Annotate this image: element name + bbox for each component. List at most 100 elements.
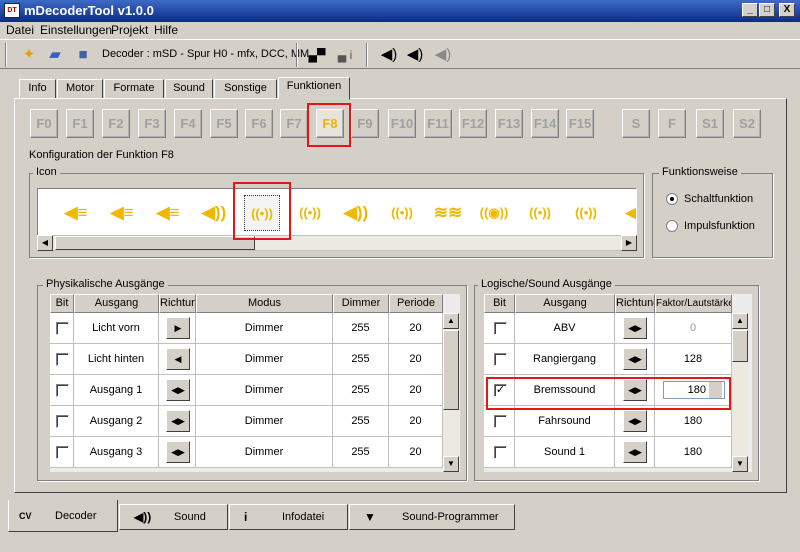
- scroll-thumb[interactable]: [732, 330, 748, 362]
- dimmer-cell[interactable]: 255: [333, 375, 389, 406]
- tab-sonstige[interactable]: Sonstige: [214, 79, 277, 99]
- bit-checkbox[interactable]: [56, 384, 69, 397]
- menu-datei[interactable]: Datei: [6, 23, 34, 37]
- function-button-f11[interactable]: F11: [424, 109, 452, 138]
- function-button-f13[interactable]: F13: [495, 109, 523, 138]
- function-button-f9[interactable]: F9: [351, 109, 379, 138]
- function-button-f10[interactable]: F10: [388, 109, 416, 138]
- tab-sound[interactable]: Sound: [165, 79, 213, 99]
- direction-button[interactable]: ◀▶: [623, 348, 647, 370]
- save-icon[interactable]: ■: [72, 44, 94, 66]
- direction-button[interactable]: ◀▶: [623, 317, 647, 339]
- mode-cell[interactable]: Dimmer: [196, 406, 333, 437]
- factor-volume-cell[interactable]: 180: [655, 437, 732, 468]
- bit-checkbox[interactable]: [494, 322, 507, 335]
- direction-button[interactable]: ▶: [166, 317, 190, 339]
- mode-cell[interactable]: Dimmer: [196, 313, 333, 344]
- scroll-up-icon[interactable]: ▲: [443, 313, 459, 329]
- bottom-tab-sound[interactable]: ◀)) Sound: [119, 504, 228, 530]
- scroll-up-icon[interactable]: ▲: [732, 313, 748, 329]
- maximize-button[interactable]: □: [759, 3, 775, 17]
- direction-button[interactable]: ◀▶: [623, 410, 647, 432]
- light-bar-icon[interactable]: ◀≡: [150, 195, 186, 231]
- direction-button[interactable]: ◀▶: [166, 379, 190, 401]
- radio-schaltfunktion[interactable]: [666, 193, 678, 205]
- dimmer-cell[interactable]: 255: [333, 406, 389, 437]
- scroll-left-icon[interactable]: ◀: [37, 235, 53, 251]
- sound-write-icon[interactable]: ◀): [404, 44, 426, 66]
- factor-volume-cell[interactable]: 0: [655, 313, 732, 344]
- speaker-icon[interactable]: ◀: [614, 195, 636, 231]
- decoder-info-icon[interactable]: ▄ i: [334, 44, 356, 66]
- mode-cell[interactable]: Dimmer: [196, 375, 333, 406]
- sound-edit-icon[interactable]: ◀): [378, 44, 400, 66]
- horn-icon[interactable]: ◀)): [196, 195, 232, 231]
- period-cell[interactable]: 20: [389, 375, 443, 406]
- dimmer-cell[interactable]: 255: [333, 344, 389, 375]
- special-button-s[interactable]: S: [622, 109, 650, 138]
- period-cell[interactable]: 20: [389, 437, 443, 468]
- scroll-right-icon[interactable]: ▶: [621, 235, 637, 251]
- scroll-down-icon[interactable]: ▼: [443, 456, 459, 472]
- bit-checkbox[interactable]: [56, 446, 69, 459]
- scroll-thumb[interactable]: [55, 236, 255, 250]
- function-button-f3[interactable]: F3: [138, 109, 166, 138]
- factor-volume-cell[interactable]: 180: [655, 406, 732, 437]
- tab-motor[interactable]: Motor: [57, 79, 103, 99]
- menu-hilfe[interactable]: Hilfe: [154, 23, 178, 37]
- tab-formate[interactable]: Formate: [104, 79, 164, 99]
- bottom-tab-sound-programmer[interactable]: ▼ Sound-Programmer: [349, 504, 515, 530]
- open-folder-icon[interactable]: ▰: [44, 44, 66, 66]
- function-button-f14[interactable]: F14: [531, 109, 559, 138]
- function-button-f4[interactable]: F4: [174, 109, 202, 138]
- function-button-f2[interactable]: F2: [102, 109, 130, 138]
- special-button-f[interactable]: F: [658, 109, 686, 138]
- function-button-f6[interactable]: F6: [245, 109, 273, 138]
- direction-button[interactable]: ◀▶: [166, 441, 190, 463]
- function-button-f7[interactable]: F7: [280, 109, 308, 138]
- bell-icon[interactable]: ((•)): [292, 195, 328, 231]
- function-button-f12[interactable]: F12: [459, 109, 487, 138]
- period-cell[interactable]: 20: [389, 406, 443, 437]
- menu-einstellungen[interactable]: Einstellungen: [40, 23, 112, 37]
- bit-checkbox[interactable]: [56, 322, 69, 335]
- scroll-thumb[interactable]: [443, 330, 459, 410]
- function-button-f0[interactable]: F0: [30, 109, 58, 138]
- close-button[interactable]: X: [779, 3, 795, 17]
- bit-checkbox[interactable]: [56, 353, 69, 366]
- special-button-s1[interactable]: S1: [696, 109, 724, 138]
- period-cell[interactable]: 20: [389, 313, 443, 344]
- bit-checkbox[interactable]: [56, 415, 69, 428]
- special-button-s2[interactable]: S2: [733, 109, 761, 138]
- whistle-icon[interactable]: ((•)): [384, 195, 420, 231]
- function-button-f15[interactable]: F15: [566, 109, 594, 138]
- direction-button[interactable]: ◀▶: [166, 410, 190, 432]
- mode-cell[interactable]: Dimmer: [196, 437, 333, 468]
- function-button-f1[interactable]: F1: [66, 109, 94, 138]
- compressor-icon[interactable]: ((•)): [522, 195, 558, 231]
- new-file-icon[interactable]: ✦: [18, 44, 40, 66]
- bit-checkbox[interactable]: [494, 446, 507, 459]
- lamp-icon[interactable]: ◀≡: [104, 195, 140, 231]
- factor-volume-cell[interactable]: 128: [655, 344, 732, 375]
- menu-projekt[interactable]: Projekt: [111, 23, 148, 37]
- tab-funktionen[interactable]: Funktionen: [278, 77, 350, 100]
- pump-icon[interactable]: ((◉)): [476, 195, 512, 231]
- fan-icon[interactable]: ≋≋: [430, 195, 466, 231]
- sanding-icon[interactable]: ((•)): [568, 195, 604, 231]
- bit-checkbox[interactable]: [494, 415, 507, 428]
- read-decoder-icon[interactable]: ▄▀: [306, 44, 328, 66]
- dimmer-cell[interactable]: 255: [333, 313, 389, 344]
- radio-impulsfunktion[interactable]: [666, 220, 678, 232]
- direction-button[interactable]: ◀▶: [623, 441, 647, 463]
- bottom-tab-infodatei[interactable]: i Infodatei: [229, 504, 348, 530]
- sound-icon[interactable]: ◀)): [338, 195, 374, 231]
- bit-checkbox[interactable]: [494, 353, 507, 366]
- tab-info[interactable]: Info: [19, 79, 56, 99]
- direction-button[interactable]: ◀: [166, 348, 190, 370]
- dimmer-cell[interactable]: 255: [333, 437, 389, 468]
- mode-cell[interactable]: Dimmer: [196, 344, 333, 375]
- minimize-button[interactable]: _: [742, 3, 758, 17]
- period-cell[interactable]: 20: [389, 344, 443, 375]
- sound-info-icon[interactable]: ◀): [432, 44, 454, 66]
